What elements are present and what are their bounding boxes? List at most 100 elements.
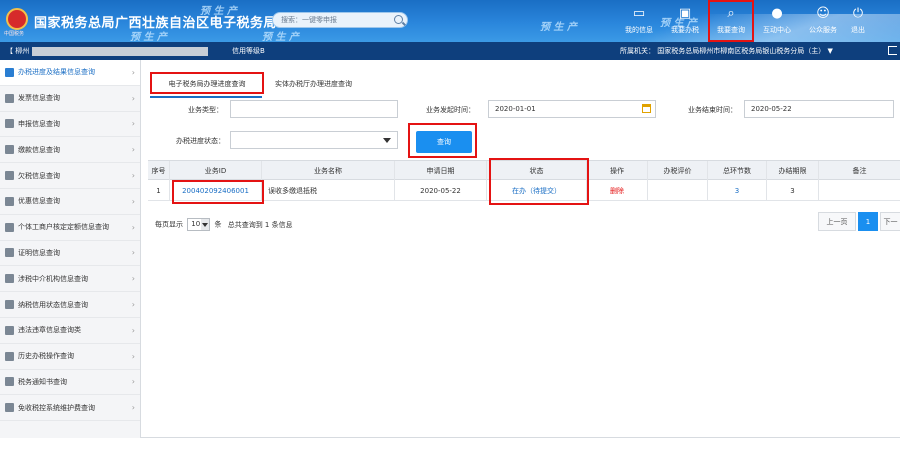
quota-icon — [5, 222, 14, 232]
invoice-icon — [5, 93, 14, 103]
business-type-input[interactable] — [230, 100, 398, 118]
column-header: 业务ID — [170, 161, 262, 181]
tax-logo-icon — [6, 8, 28, 30]
authority-info[interactable]: 所属机关： 国家税务总局柳州市柳南区税务局银山税务分局（主） ▼ — [620, 42, 833, 60]
payment-icon — [5, 145, 14, 155]
query-button-highlight: 查询 — [408, 123, 477, 158]
per-page-label: 每页显示 — [155, 220, 183, 229]
sidebar-item-preferential-query[interactable]: 优惠信息查询 › — [0, 189, 140, 215]
remark — [819, 181, 900, 201]
search-input[interactable]: 搜索：一键零申报 — [272, 12, 408, 28]
per-page-value: 10 — [191, 220, 201, 228]
nav-exit[interactable]: ⏻ 退出 — [846, 0, 870, 42]
chevron-right-icon: › — [131, 119, 135, 129]
column-header: 办税评价 — [648, 161, 708, 181]
column-header: 操作 — [587, 161, 648, 181]
tab-bar: 电子税务局办理进度查询 实体办税厅办理进度查询 — [150, 72, 357, 94]
sidebar-item-label: 申报信息查询 — [18, 119, 60, 128]
sidebar-item-progress-query[interactable]: 办税进度及结果信息查询 › — [0, 60, 140, 86]
sidebar-item-label: 历史办税操作查询 — [18, 352, 74, 361]
sidebar-item-label: 涉税中介机构信息查询 — [18, 274, 88, 283]
column-header: 业务名称 — [262, 161, 395, 181]
query-button[interactable]: 查询 — [416, 131, 472, 153]
chevron-right-icon: › — [131, 325, 135, 335]
user-card-icon: ▭ — [632, 6, 646, 21]
top-nav: ▭ 我的信息 ▣ 我要办税 ⌕ 我要查询 ● 互动中心 ☺ 公众服务 ⏻ 退出 — [616, 0, 870, 42]
history-icon — [5, 351, 14, 361]
chevron-down-icon — [201, 219, 210, 230]
business-type-label: 业务类型： — [188, 106, 223, 114]
sidebar-item-violation-query[interactable]: 违法违章信息查询类 › — [0, 318, 140, 344]
watermark: 预 生 产 — [200, 6, 237, 17]
progress-status-select[interactable] — [230, 131, 398, 149]
active-tab-indicator — [150, 96, 262, 98]
deadline: 3 — [767, 181, 819, 201]
nav-label: 我要办税 — [671, 26, 699, 34]
column-header: 申请日期 — [395, 161, 487, 181]
authority-value: 国家税务总局柳州市柳南区税务局银山税务分局（主） — [657, 47, 826, 55]
chat-icon: ● — [771, 6, 783, 21]
sidebar-item-agency-query[interactable]: 涉税中介机构信息查询 › — [0, 266, 140, 293]
nav-label: 退出 — [851, 26, 865, 34]
prev-page-button[interactable]: 上一页 — [818, 212, 856, 231]
start-time-label: 业务发起时间： — [426, 106, 475, 114]
apply-date: 2020-05-22 — [395, 181, 487, 201]
chevron-right-icon: › — [131, 145, 135, 155]
sidebar-item-credit-query[interactable]: 纳税信用状态信息查询 › — [0, 292, 140, 318]
nav-tax-handling[interactable]: ▣ 我要办税 — [662, 0, 708, 42]
logout-icon[interactable] — [888, 46, 897, 55]
logo-text: 中国税务 — [4, 31, 25, 37]
row-index: 1 — [148, 181, 170, 201]
violation-icon — [5, 325, 14, 335]
delete-link[interactable]: 删除 — [587, 181, 648, 201]
next-page-button[interactable]: 下一 — [880, 212, 900, 231]
authority-label: 所属机关： — [620, 47, 655, 55]
calendar-icon[interactable] — [642, 104, 651, 113]
tab-e-tax-progress[interactable]: 电子税务局办理进度查询 — [150, 72, 264, 94]
nav-label: 我的信息 — [625, 26, 653, 34]
sidebar-item-declaration-query[interactable]: 申报信息查询 › — [0, 112, 140, 138]
page-1-button[interactable]: 1 — [858, 212, 878, 231]
sidebar-item-fee-query[interactable]: 免收税控系统维护费查询 › — [0, 395, 140, 422]
fee-icon — [5, 403, 14, 413]
total-steps-link[interactable]: 3 — [708, 181, 767, 201]
nav-interaction-center[interactable]: ● 互动中心 — [754, 0, 800, 42]
sidebar-item-invoice-query[interactable]: 发票信息查询 › — [0, 86, 140, 112]
search-icon[interactable] — [394, 15, 403, 24]
watermark: 预 生 产 — [540, 22, 577, 33]
notice-icon — [5, 377, 14, 387]
column-header: 序号 — [148, 161, 170, 181]
sidebar-item-label: 税务通知书查询 — [18, 377, 67, 386]
sidebar-item-notice-query[interactable]: 税务通知书查询 › — [0, 370, 140, 396]
nav-label: 公众服务 — [809, 26, 837, 34]
search-placeholder: 搜索：一键零申报 — [281, 16, 337, 24]
user-info: 【 柳州 — [6, 42, 211, 60]
watermark: 预 生 产 — [262, 32, 299, 42]
chevron-right-icon: › — [131, 300, 135, 310]
nav-my-info[interactable]: ▭ 我的信息 — [616, 0, 662, 42]
nav-query[interactable]: ⌕ 我要查询 — [708, 0, 754, 42]
sidebar-item-label: 证明信息查询 — [18, 248, 60, 257]
sidebar-item-arrears-query[interactable]: 欠税信息查询 › — [0, 163, 140, 189]
nav-public-service[interactable]: ☺ 公众服务 — [800, 0, 846, 42]
top-header: 中国税务 国家税务总局广西壮族自治区电子税务局 预 生 产 预 生 产 预 生 … — [0, 0, 900, 42]
sidebar-item-certificate-query[interactable]: 证明信息查询 › — [0, 241, 140, 267]
user-info-bar: 【 柳州 信用等级B 所属机关： 国家税务总局柳州市柳南区税务局银山税务分局（主… — [0, 42, 900, 60]
sidebar-item-quota-query[interactable]: 个体工商户核定定额信息查询 › — [0, 215, 140, 241]
tab-hall-progress[interactable]: 实体办税厅办理进度查询 — [270, 72, 357, 94]
sidebar-item-label: 优惠信息查询 — [18, 197, 60, 206]
nav-label: 我要查询 — [717, 26, 745, 34]
exit-icon: ⏻ — [852, 6, 864, 21]
query-icon: ⌕ — [727, 6, 735, 21]
end-time-input[interactable]: 2020-05-22 — [744, 100, 894, 118]
per-page-select[interactable]: 10 — [187, 218, 211, 231]
sidebar-item-label: 违法违章信息查询类 — [18, 326, 81, 335]
progress-status-label: 办税进度状态： — [176, 137, 225, 145]
status-column-highlight — [489, 158, 589, 205]
sidebar-item-label: 发票信息查询 — [18, 94, 60, 103]
start-time-input[interactable]: 2020-01-01 — [488, 100, 656, 118]
end-time-label: 业务结束时间： — [688, 106, 737, 114]
watermark: 预 生 产 — [130, 32, 167, 42]
sidebar-item-payment-query[interactable]: 缴款信息查询 › — [0, 137, 140, 164]
sidebar-item-history-query[interactable]: 历史办税操作查询 › — [0, 344, 140, 370]
